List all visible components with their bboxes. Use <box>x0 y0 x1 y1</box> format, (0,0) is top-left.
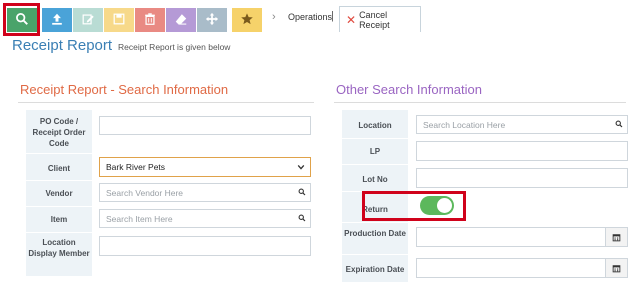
expiration-date-input[interactable] <box>416 258 628 278</box>
right-section-title: Other Search Information <box>336 82 482 97</box>
receipt-report-page: › Operations | ✕ Cancel Receipt Receipt … <box>0 0 632 285</box>
expiration-date-label: Expiration Date <box>345 265 405 274</box>
client-select[interactable]: Bark River Pets <box>99 157 311 177</box>
move-icon <box>205 12 219 29</box>
breadcrumb-divider: | <box>331 10 334 22</box>
breadcrumb-operations[interactable]: Operations <box>288 12 332 22</box>
row-divider <box>26 206 92 207</box>
row-divider <box>26 153 92 154</box>
po-code-label: PO Code / Receipt Order Code <box>32 117 86 148</box>
po-code-input[interactable] <box>99 116 311 135</box>
left-section-title: Receipt Report - Search Information <box>20 82 229 97</box>
location-placeholder: Search Location Here <box>423 119 506 130</box>
search-icon <box>298 188 306 198</box>
delete-button[interactable] <box>135 8 165 32</box>
client-label: Client <box>47 164 71 173</box>
vendor-placeholder: Search Vendor Here <box>106 187 184 198</box>
row-divider <box>342 138 408 139</box>
upload-button[interactable] <box>42 8 72 32</box>
star-icon <box>240 12 254 29</box>
item-search-input[interactable]: Search Item Here <box>99 209 311 228</box>
row-divider <box>342 254 408 255</box>
production-date-label: Production Date <box>344 229 406 238</box>
tab-cancel-receipt[interactable]: ✕ Cancel Receipt <box>339 6 421 32</box>
lp-label: LP <box>369 147 381 156</box>
left-section-divider <box>18 102 314 103</box>
row-divider <box>342 222 408 223</box>
location-label: Location <box>358 121 392 130</box>
location-display-member-input[interactable] <box>99 236 311 256</box>
toolbar: › Operations | ✕ Cancel Receipt <box>0 0 632 36</box>
production-date-input[interactable] <box>416 227 628 247</box>
page-subtitle: Receipt Report is given below <box>118 42 231 52</box>
item-placeholder: Search Item Here <box>106 213 173 224</box>
upload-icon <box>50 12 64 29</box>
row-divider <box>342 164 408 165</box>
lot-no-input[interactable] <box>416 168 628 188</box>
row-divider <box>26 232 92 233</box>
save-icon <box>112 12 126 29</box>
vendor-search-input[interactable]: Search Vendor Here <box>99 183 311 202</box>
search-icon <box>615 120 623 130</box>
item-label: Item <box>50 215 68 224</box>
vendor-label: Vendor <box>45 189 73 198</box>
edit-icon <box>81 12 95 29</box>
edit-button[interactable] <box>73 8 103 32</box>
clear-button[interactable] <box>166 8 196 32</box>
breadcrumb-separator: › <box>272 11 276 23</box>
page-title: Receipt Report <box>12 37 113 54</box>
lot-no-label: Lot No <box>362 175 388 184</box>
save-button[interactable] <box>104 8 134 32</box>
close-icon[interactable]: ✕ <box>346 13 356 27</box>
tab-cancel-receipt-label: Cancel Receipt <box>359 9 390 30</box>
favorite-button[interactable] <box>232 8 262 32</box>
return-toggle-highlight <box>362 191 466 221</box>
trash-icon <box>143 12 157 29</box>
move-button[interactable] <box>197 8 227 32</box>
client-selected-value: Bark River Pets <box>106 162 166 172</box>
search-icon <box>298 214 306 224</box>
lp-input[interactable] <box>416 141 628 161</box>
location-search-input[interactable]: Search Location Here <box>416 115 628 134</box>
chevron-down-icon <box>297 164 305 170</box>
calendar-icon[interactable] <box>605 228 627 246</box>
location-display-member-label: Location Display Member <box>28 238 90 258</box>
row-divider <box>26 180 92 181</box>
eraser-icon <box>174 12 188 29</box>
calendar-icon[interactable] <box>605 259 627 277</box>
right-section-divider <box>334 102 626 103</box>
search-button-highlight <box>3 3 40 36</box>
